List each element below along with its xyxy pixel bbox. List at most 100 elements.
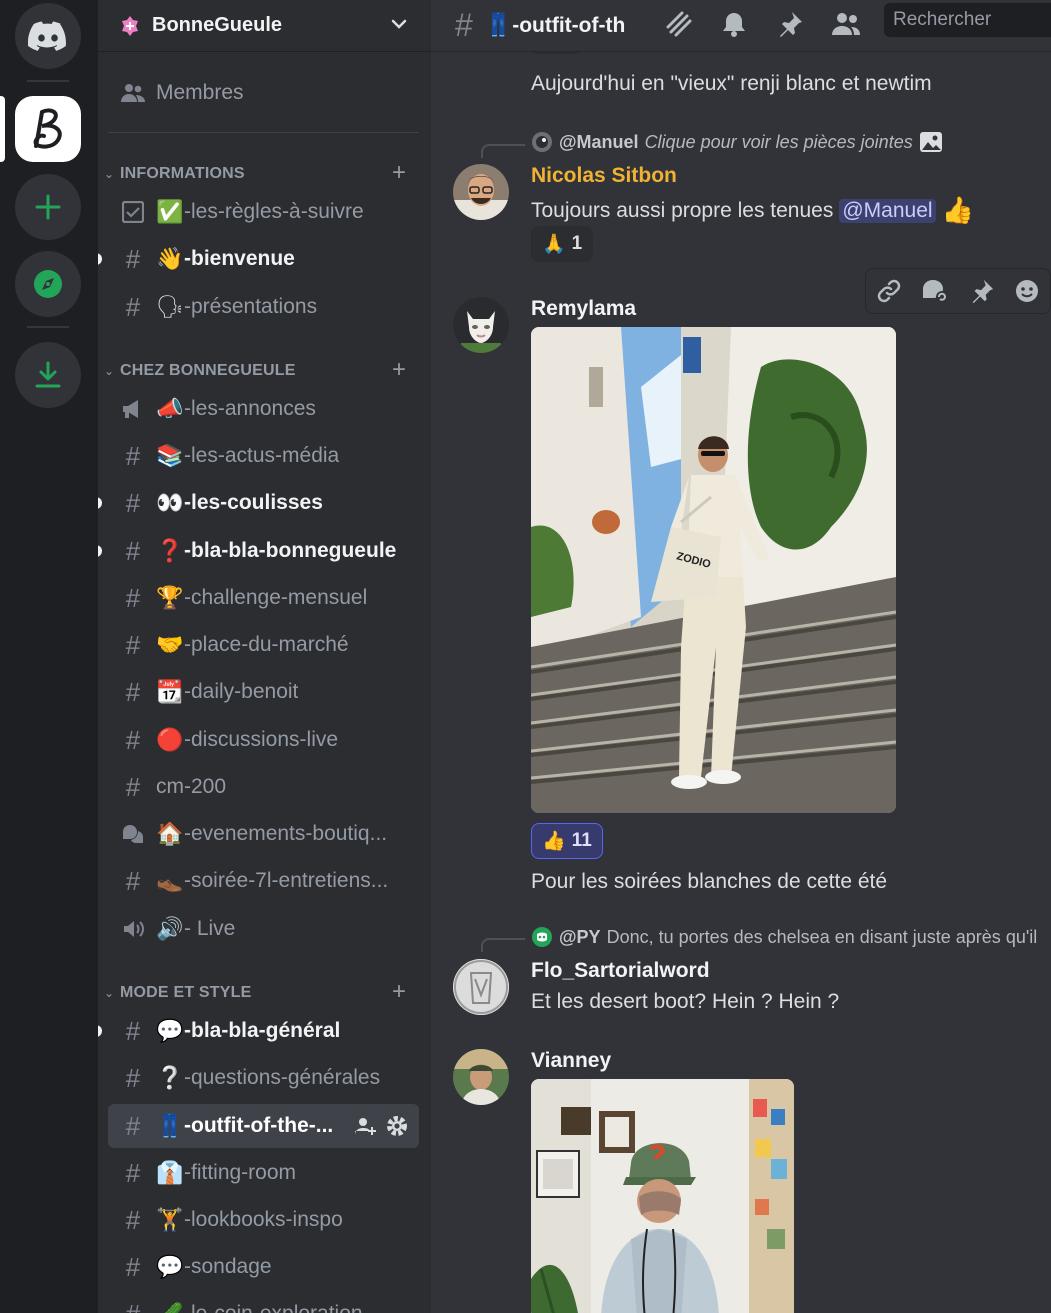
hash-icon: # [125, 771, 141, 802]
hash-icon: # [120, 1299, 146, 1313]
channel-evenements-boutique[interactable]: 🏠 -evenements-boutiq... [108, 812, 419, 856]
channel-outfit-of-the-day[interactable]: # 👖 -outfit-of-the-... [108, 1104, 419, 1148]
reaction-pray[interactable]: 🙏 1 [531, 226, 594, 262]
channel-lookbooks-inspo[interactable]: # 🏋 -lookbooks-inspo [108, 1198, 419, 1242]
reply-preview[interactable]: @PY Donc, tu portes des chelsea en disan… [531, 926, 1037, 948]
channel-label: -soirée-7l-entretiens... [184, 869, 389, 892]
forum-icon [120, 821, 146, 847]
avatar-remylama[interactable] [453, 297, 509, 353]
user-mention[interactable]: @Manuel [839, 198, 936, 223]
message-author[interactable]: Flo_Sartorialword [531, 959, 710, 983]
channel-bla-bla-general[interactable]: # 💬 -bla-bla-général [98, 1009, 419, 1053]
channel-emoji: 👀 [156, 490, 184, 516]
channel-challenge-mensuel[interactable]: # 🏆 -challenge-mensuel [108, 576, 419, 620]
avatar-nicolas-sitbon[interactable] [453, 164, 509, 220]
channel-live-stage[interactable]: 🔊 - Live [108, 907, 419, 951]
message-author[interactable]: Nicolas Sitbon [531, 164, 677, 188]
channel-sidebar: BonneGueule Chercher des salons Membres … [98, 0, 431, 1313]
channel-presentations[interactable]: # 🗣 -présentations [108, 285, 419, 329]
hash-icon: # [455, 7, 473, 43]
server-bonnegueule[interactable] [15, 96, 81, 162]
avatar-flo-sartorialword[interactable] [453, 959, 509, 1015]
channel-les-regles-a-suivre[interactable]: ✅ -les-règles-à-suivre [108, 190, 419, 234]
image-attachment-cap[interactable] [531, 1079, 794, 1313]
create-channel-icon[interactable]: + [392, 356, 406, 384]
reply-username: @Manuel [559, 131, 639, 152]
channel-sondage[interactable]: # 💬 -sondage [108, 1245, 419, 1289]
channel-bienvenue[interactable]: # 👋 -bienvenue [98, 237, 419, 281]
message-author[interactable]: Vianney [531, 1049, 611, 1073]
channel-les-annonces[interactable]: 📣 -les-annonces [108, 387, 419, 431]
channel-emoji: 👖 [156, 1113, 184, 1139]
channel-label: cm-200 [156, 775, 227, 798]
channel-label: -fitting-room [184, 1161, 297, 1184]
invite-members-icon[interactable] [353, 1114, 377, 1138]
explore-servers-button[interactable] [15, 251, 81, 317]
unread-indicator [98, 1025, 102, 1037]
image-attachment-stairs[interactable]: ZODIO [531, 327, 896, 813]
channel-emoji: 📆 [156, 679, 184, 705]
channel-daily-benoit[interactable]: # 📆 -daily-benoit [108, 670, 419, 714]
channel-settings-gear-icon[interactable] [385, 1114, 409, 1138]
channel-le-coin-exploration[interactable]: # 🥒 -le-coin-exploration [108, 1292, 419, 1313]
threads-icon[interactable] [661, 6, 697, 42]
channel-emoji: 🔊 [156, 916, 184, 942]
search-input[interactable]: Rechercher [884, 3, 1051, 37]
create-channel-icon[interactable]: + [392, 978, 406, 1006]
channel-questions-generales[interactable]: # ❔ -questions-générales [108, 1056, 419, 1100]
members-label: Membres [156, 81, 244, 104]
selected-server-pill [0, 96, 5, 162]
unread-indicator [98, 497, 102, 509]
category-mode-et-style[interactable]: ⌄ MODE ET STYLE + [104, 978, 420, 1006]
category-informations[interactable]: ⌄ INFORMATIONS + [104, 159, 420, 187]
discord-avatar-icon [532, 927, 552, 947]
channel-bla-bla-bonnegueule[interactable]: # ❓ -bla-bla-bonnegueule [98, 529, 419, 573]
pin-message-icon[interactable] [969, 278, 995, 304]
channel-emoji: 📚 [156, 443, 184, 469]
message-emoji: 👍 [941, 195, 974, 225]
channel-label: -le-coin-exploration [184, 1302, 363, 1313]
channel-label: -les-actus-média [184, 444, 340, 467]
server-rail [0, 0, 98, 1313]
channel-discussions-live[interactable]: # 🔴 -discussions-live [108, 718, 419, 762]
message-author[interactable]: Remylama [531, 297, 636, 321]
reaction-partial[interactable] [531, 52, 581, 54]
channel-les-actus-media[interactable]: # 📚 -les-actus-média [108, 434, 419, 478]
member-list-icon[interactable] [828, 6, 864, 42]
channel-label: -daily-benoit [184, 680, 299, 703]
add-reaction-icon[interactable] [1014, 278, 1040, 304]
create-thread-icon[interactable] [921, 278, 949, 304]
channel-soiree-7l-entretiens[interactable]: # 👞 -soirée-7l-entretiens... [108, 859, 419, 903]
hash-icon: # [125, 724, 141, 755]
channel-emoji: 👋 [156, 246, 184, 272]
category-chez-bonnegueule[interactable]: ⌄ CHEZ BONNEGUEULE + [104, 356, 420, 384]
rail-separator [27, 326, 69, 328]
reply-preview[interactable]: @Manuel Clique pour voir les pièces join… [531, 130, 943, 154]
chevron-down-icon[interactable] [389, 14, 409, 34]
channel-les-coulisses[interactable]: # 👀 -les-coulisses [98, 481, 419, 525]
avatar-vianney[interactable] [453, 1049, 509, 1105]
hash-icon: # [125, 1110, 141, 1141]
add-server-button[interactable] [15, 174, 81, 240]
discord-home-button[interactable] [15, 3, 81, 69]
reaction-thumbs-up[interactable]: 👍 11 [531, 823, 603, 859]
download-apps-button[interactable] [15, 342, 81, 408]
channel-place-du-marche[interactable]: # 🤝 -place-du-marché [108, 623, 419, 667]
channel-label: -lookbooks-inspo [184, 1208, 343, 1231]
stage-icon [120, 916, 146, 942]
hash-icon: # [125, 1251, 141, 1282]
channel-label: -bla-bla-général [184, 1019, 341, 1042]
notification-bell-icon[interactable] [716, 6, 752, 42]
channel-emoji: 🔴 [156, 727, 184, 753]
guild-header[interactable]: BonneGueule [98, 0, 431, 52]
copy-link-icon[interactable] [876, 278, 902, 304]
reply-text: Clique pour voir les pièces jointes [644, 131, 913, 152]
create-channel-icon[interactable]: + [392, 159, 406, 187]
hash-icon: # [125, 291, 141, 322]
members-row[interactable]: Membres [108, 71, 419, 115]
channel-fitting-room[interactable]: # 👔 -fitting-room [108, 1151, 419, 1195]
reply-text: Donc, tu portes des chelsea en disant ju… [606, 926, 1038, 947]
channel-cm-200[interactable]: # cm-200 [108, 765, 419, 809]
pinned-messages-icon[interactable] [772, 6, 808, 42]
channel-emoji: 🏋 [156, 1207, 184, 1233]
